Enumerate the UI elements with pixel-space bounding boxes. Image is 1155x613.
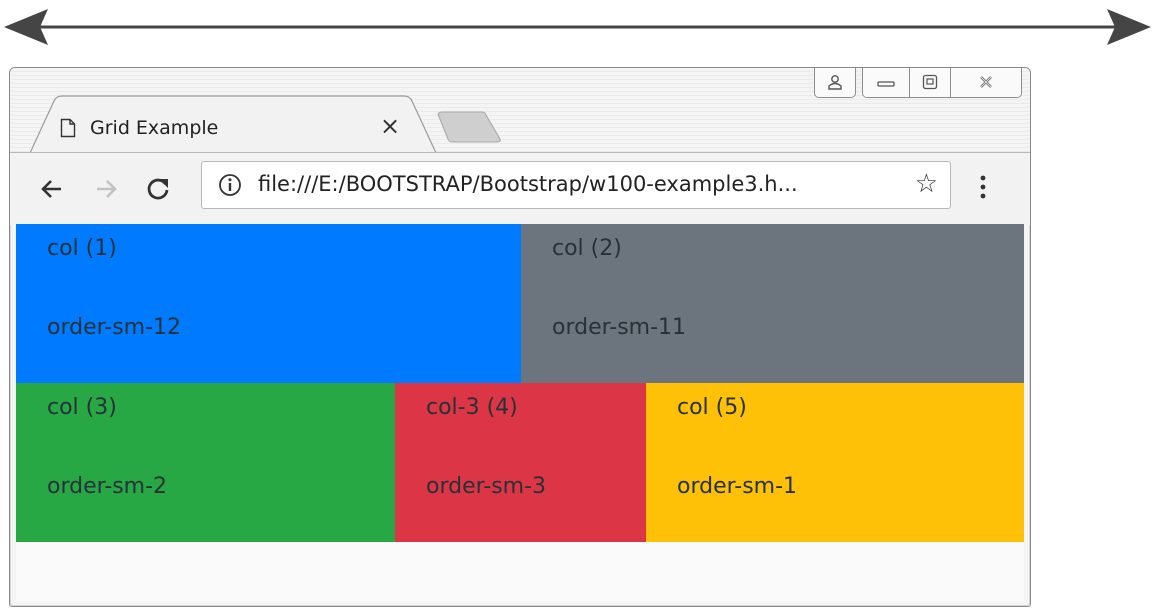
double-headed-arrow-icon	[4, 9, 1151, 45]
col-order: order-sm-3	[426, 474, 547, 499]
grid-col-2: col (2) order-sm-11	[521, 224, 1024, 383]
forward-arrow-icon	[97, 180, 117, 198]
reload-icon	[147, 178, 169, 200]
window-button-group	[862, 68, 1022, 98]
url-text[interactable]: file:///E:/BOOTSTRAP/Bootstrap/w100-exam…	[258, 172, 798, 196]
close-icon	[980, 76, 992, 88]
stage: Grid Example × file:///E:/BOOTSTRAP/Boot…	[0, 0, 1155, 613]
page-icon	[60, 118, 76, 138]
page-viewport: col (1) order-sm-12 col (2) order-sm-11 …	[16, 224, 1024, 602]
window-controls	[814, 68, 1022, 98]
grid-col-1: col (1) order-sm-12	[16, 224, 521, 383]
forward-button[interactable]	[88, 171, 124, 207]
new-tab-icon[interactable]	[430, 111, 510, 145]
col-label: col (5)	[677, 395, 747, 420]
grid-col-3: col (3) order-sm-2	[16, 383, 395, 542]
maximize-button[interactable]	[910, 68, 951, 97]
browser-toolbar: file:///E:/BOOTSTRAP/Bootstrap/w100-exam…	[10, 152, 1030, 225]
grid-col-5: col (5) order-sm-1	[646, 383, 1024, 542]
col-order: order-sm-11	[552, 315, 687, 340]
tab-grid-example[interactable]: Grid Example ×	[60, 104, 405, 152]
reload-button[interactable]	[140, 171, 176, 207]
user-button[interactable]	[814, 68, 856, 98]
back-button[interactable]	[34, 171, 70, 207]
tab-title: Grid Example	[90, 117, 219, 139]
title-bar: Grid Example ×	[10, 68, 1030, 153]
col-label: col (1)	[47, 236, 117, 261]
more-vert-icon[interactable]	[976, 173, 990, 203]
info-icon[interactable]	[218, 173, 242, 197]
col-order: order-sm-12	[47, 315, 182, 340]
col-label: col (3)	[47, 395, 117, 420]
back-arrow-icon	[41, 180, 61, 198]
browser-window: Grid Example × file:///E:/BOOTSTRAP/Boot…	[9, 67, 1031, 607]
address-bar[interactable]: file:///E:/BOOTSTRAP/Bootstrap/w100-exam…	[201, 161, 951, 209]
bookmark-star-icon[interactable]: ☆	[915, 170, 938, 198]
col-label: col (2)	[552, 236, 622, 261]
col-label: col-3 (4)	[426, 395, 518, 420]
col-order: order-sm-2	[47, 474, 168, 499]
minimize-button[interactable]	[863, 68, 910, 97]
maximize-icon	[922, 74, 938, 90]
grid-col-4: col-3 (4) order-sm-3	[395, 383, 646, 542]
grid-row: col (1) order-sm-12 col (2) order-sm-11	[16, 224, 1024, 383]
col-order: order-sm-1	[677, 474, 798, 499]
minimize-icon	[877, 81, 895, 87]
tab-close-icon[interactable]: ×	[380, 114, 400, 138]
user-icon	[828, 75, 842, 90]
grid-row: col (3) order-sm-2 col-3 (4) order-sm-3 …	[16, 383, 1024, 542]
close-window-button[interactable]	[951, 68, 1021, 97]
